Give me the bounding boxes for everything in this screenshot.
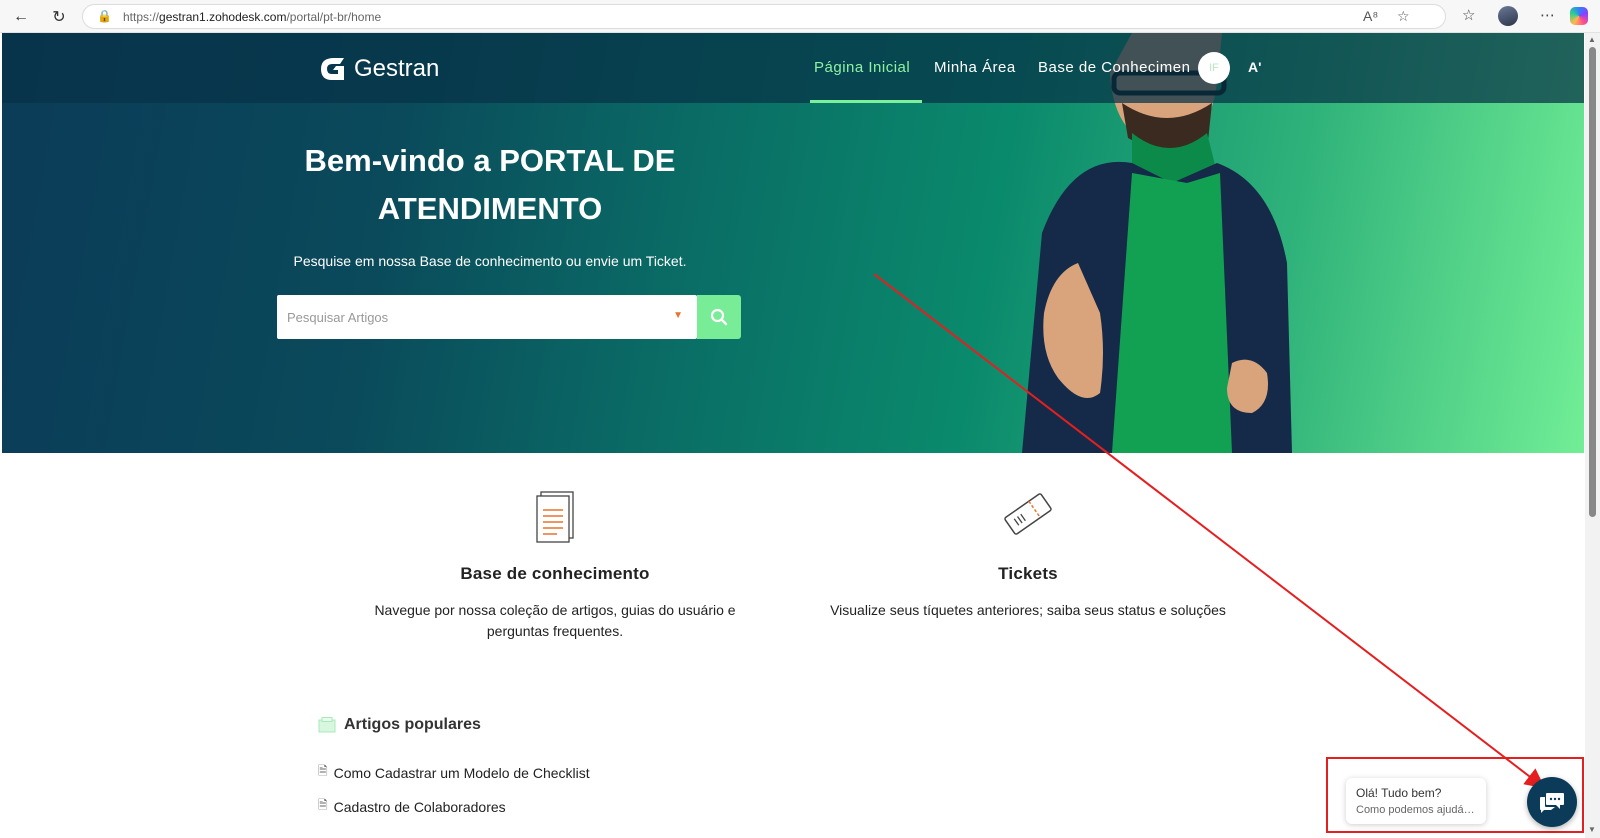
knowledge-base-title[interactable]: Base de conhecimento xyxy=(348,564,762,584)
profile-avatar[interactable] xyxy=(1498,6,1518,26)
tickets-title[interactable]: Tickets xyxy=(808,564,1248,584)
scroll-up-icon[interactable]: ▲ xyxy=(1588,35,1596,44)
copilot-icon[interactable] xyxy=(1570,7,1588,25)
url-text: https://gestran1.zohodesk.com/portal/pt-… xyxy=(123,10,382,24)
font-size-toggle[interactable]: A' xyxy=(1248,59,1261,75)
chat-greeting: Olá! Tudo bem? xyxy=(1356,786,1442,800)
user-avatar[interactable]: IF xyxy=(1198,52,1230,84)
page-scrollbar[interactable]: ▲ ▼ xyxy=(1585,33,1600,838)
address-bar[interactable]: 🔒 https://gestran1.zohodesk.com/portal/p… xyxy=(82,4,1446,29)
gestran-logo[interactable]: Gestran xyxy=(320,55,439,83)
nav-home[interactable]: Página Inicial xyxy=(814,59,910,76)
chat-prompt: Como podemos ajudá-l... xyxy=(1356,804,1476,816)
popular-articles-title: Artigos populares xyxy=(344,716,481,733)
ticket-icon xyxy=(1004,493,1052,535)
nav-knowledge-base[interactable]: Base de Conhecimen xyxy=(1038,59,1190,76)
knowledge-base-description: Navegue por nossa coleção de artigos, gu… xyxy=(374,602,736,639)
popular-articles-icon xyxy=(318,717,336,733)
hero-subtitle: Pesquise em nossa Base de conhecimento o… xyxy=(293,253,687,269)
search-container: ▼ xyxy=(277,295,697,339)
popular-articles-heading: Artigos populares xyxy=(318,716,481,734)
site-header: Gestran Página Inicial Minha Área Base d… xyxy=(2,33,1584,103)
list-item[interactable]: 🗎 Cadastro de Colaboradores xyxy=(318,796,506,817)
read-aloud-icon[interactable]: A⁸ xyxy=(1363,8,1378,24)
gestran-logo-icon xyxy=(321,58,344,80)
search-scope-dropdown-icon[interactable]: ▼ xyxy=(673,310,683,321)
more-icon[interactable]: ⋯ xyxy=(1540,6,1555,24)
tickets-card[interactable]: Tickets Visualize seus tíquetes anterior… xyxy=(808,490,1248,621)
document-small-icon: 🗎 xyxy=(318,798,328,812)
browser-toolbar: ← ↻ 🔒 https://gestran1.zohodesk.com/port… xyxy=(0,0,1600,33)
list-item[interactable]: 🗎 Como Cadastrar um Modelo de Checklist xyxy=(318,762,590,783)
hero-title: Bem-vindo a PORTAL DE ATENDIMENTO xyxy=(304,143,676,226)
favorite-star-icon[interactable]: ☆ xyxy=(1397,8,1410,25)
document-small-icon: 🗎 xyxy=(318,764,328,778)
back-icon[interactable]: ← xyxy=(10,6,32,28)
document-icon xyxy=(536,491,574,543)
scroll-down-icon[interactable]: ▼ xyxy=(1588,825,1596,834)
knowledge-base-card[interactable]: Base de conhecimento Navegue por nossa c… xyxy=(348,490,762,642)
article-link[interactable]: Como Cadastrar um Modelo de Checklist xyxy=(334,765,590,781)
chat-launcher-button[interactable] xyxy=(1527,777,1577,827)
nav-my-area[interactable]: Minha Área xyxy=(934,59,1016,76)
favorites-icon[interactable]: ☆ xyxy=(1462,6,1475,24)
refresh-icon[interactable]: ↻ xyxy=(48,6,70,28)
chat-icon xyxy=(1540,793,1564,813)
scrollbar-thumb[interactable] xyxy=(1589,47,1596,517)
hero-banner: Gestran Página Inicial Minha Área Base d… xyxy=(2,33,1584,453)
article-link[interactable]: Cadastro de Colaboradores xyxy=(334,799,506,815)
search-input[interactable] xyxy=(277,295,657,339)
logo-text: Gestran xyxy=(354,55,440,82)
search-icon xyxy=(710,308,728,326)
lock-icon: 🔒 xyxy=(97,9,112,23)
chat-greeting-bubble[interactable]: Olá! Tudo bem? Como podemos ajudá-l... xyxy=(1346,778,1486,824)
tickets-description: Visualize seus tíquetes anteriores; saib… xyxy=(830,602,1226,618)
active-tab-indicator xyxy=(810,100,922,103)
search-button[interactable] xyxy=(697,295,741,339)
